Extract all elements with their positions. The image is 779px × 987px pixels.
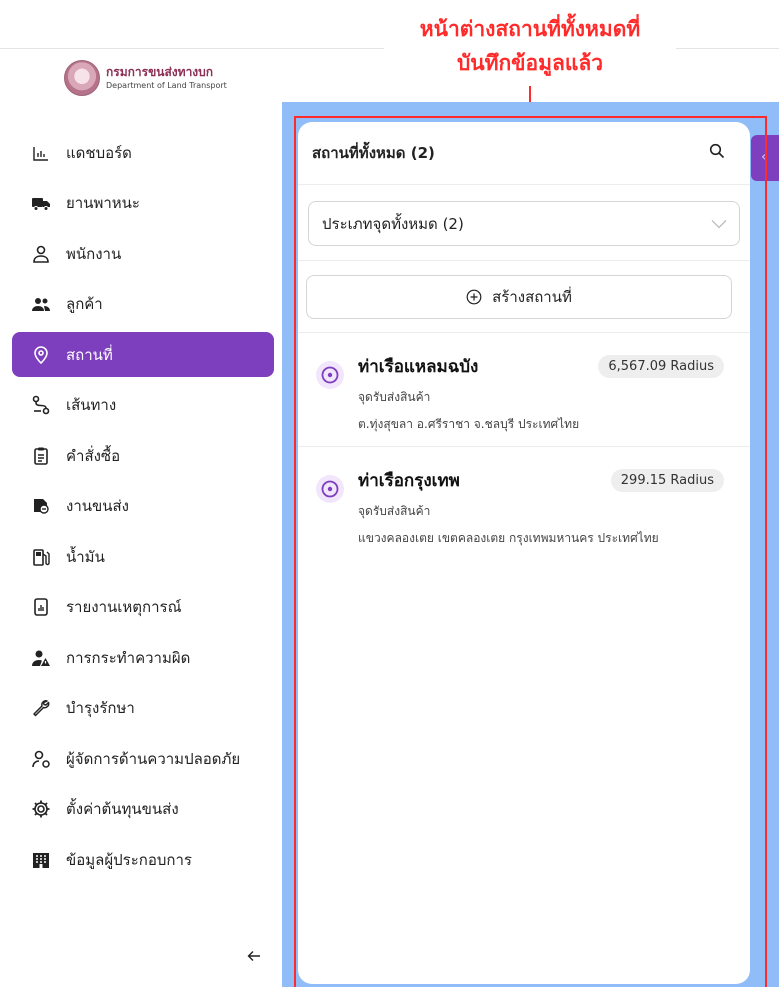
sidebar-collapse-button[interactable]: [242, 945, 266, 969]
sidebar-item-incident-reports[interactable]: รายงานเหตุการณ์: [12, 585, 274, 630]
person-warning-icon: [30, 647, 52, 669]
search-button[interactable]: [706, 142, 728, 164]
truck-icon: [30, 192, 52, 214]
report-icon: [30, 596, 52, 618]
location-type-select[interactable]: ประเภทจุดทั้งหมด (2): [308, 201, 740, 246]
bar-chart-icon: [30, 142, 52, 164]
panel-header: สถานที่ทั้งหมด (2): [298, 122, 750, 185]
sidebar-item-label: ตั้งค่าต้นทุนขนส่ง: [66, 800, 179, 818]
people-icon: [30, 293, 52, 315]
annotation-line-2: บันทึกข้อมูลแล้ว: [456, 51, 604, 75]
location-name: ท่าเรือกรุงเทพ: [358, 471, 460, 491]
location-pin-icon: [30, 344, 52, 366]
dlt-seal-icon: [64, 60, 100, 96]
sidebar-item-label: เส้นทาง: [66, 396, 117, 414]
location-type: จุดรับส่งสินค้า: [358, 504, 431, 518]
sidebar-item-label: ลูกค้า: [66, 295, 103, 313]
create-location-label: สร้างสถานที่: [492, 288, 572, 306]
top-divider-right: [676, 48, 779, 49]
locations-panel: สถานที่ทั้งหมด (2) ประเภทจุดทั้งหมด (2) …: [298, 122, 750, 984]
location-item[interactable]: ท่าเรือแหลมฉบัง 6,567.09 Radius จุดรับส่…: [298, 333, 750, 447]
sidebar-item-label: น้ำมัน: [66, 547, 105, 566]
gear-icon: [30, 798, 52, 820]
sidebar-item-vehicles[interactable]: ยานพาหนะ: [12, 181, 274, 226]
sidebar-item-operator-info[interactable]: ข้อมูลผู้ประกอบการ: [12, 837, 274, 882]
building-icon: [30, 849, 52, 871]
sidebar-item-label: ผู้จัดการด้านความปลอดภัย: [66, 749, 241, 768]
create-location-button[interactable]: สร้างสถานที่: [306, 275, 732, 319]
arrow-left-icon: [247, 948, 261, 967]
location-address: แขวงคลองเตย เขตคลองเตย กรุงเทพมหานคร ประ…: [358, 531, 659, 545]
sidebar: กรมการขนส่งทางบก Department of Land Tran…: [0, 49, 282, 987]
logo-name-en: Department of Land Transport: [106, 81, 227, 90]
sidebar-item-employees[interactable]: พนักงาน: [12, 231, 274, 276]
sidebar-item-label: สถานที่: [66, 345, 113, 364]
sidebar-item-locations[interactable]: สถานที่: [12, 332, 274, 377]
location-type: จุดรับส่งสินค้า: [358, 390, 431, 404]
search-icon: [709, 143, 725, 163]
sidebar-item-label: งานขนส่ง: [66, 497, 129, 515]
sidebar-item-orders[interactable]: คำสั่งซื้อ: [12, 433, 274, 478]
sidebar-item-transport-cost-settings[interactable]: ตั้งค่าต้นทุนขนส่ง: [12, 787, 274, 832]
sidebar-item-safety-manager[interactable]: ผู้จัดการด้านความปลอดภัย: [12, 736, 274, 781]
wrench-icon: [30, 697, 52, 719]
logo-name-th: กรมการขนส่งทางบก: [106, 65, 214, 79]
sidebar-item-deliveries[interactable]: งานขนส่ง: [12, 484, 274, 529]
person-icon: [30, 243, 52, 265]
location-address: ต.ทุ่งสุขลา อ.ศรีราชา จ.ชลบุรี ประเทศไทย: [358, 417, 580, 431]
sidebar-item-violations[interactable]: การกระทำความผิด: [12, 635, 274, 680]
route-icon: [30, 394, 52, 416]
sidebar-item-label: การกระทำความผิด: [66, 648, 191, 667]
location-name: ท่าเรือแหลมฉบัง: [358, 357, 479, 377]
location-type-select-value: ประเภทจุดทั้งหมด (2): [322, 214, 464, 233]
sidebar-item-label: คำสั่งซื้อ: [66, 446, 121, 465]
sidebar-item-label: ข้อมูลผู้ประกอบการ: [66, 850, 192, 869]
sidebar-item-label: แดชบอร์ด: [66, 143, 132, 162]
plus-circle-icon: [466, 289, 482, 305]
panel-title: สถานที่ทั้งหมด (2): [312, 144, 435, 162]
sidebar-item-fuel[interactable]: น้ำมัน: [12, 534, 274, 579]
clipboard-icon: [30, 445, 52, 467]
delivery-icon: [30, 495, 52, 517]
logo: กรมการขนส่งทางบก Department of Land Tran…: [64, 60, 227, 96]
sidebar-item-label: บำรุงรักษา: [66, 699, 135, 717]
sidebar-nav: แดชบอร์ด ยานพาหนะ พนักงาน ลูกค้า สถานที่: [12, 130, 274, 888]
sidebar-item-label: พนักงาน: [66, 244, 122, 263]
sidebar-item-dashboard[interactable]: แดชบอร์ด: [12, 130, 274, 175]
sidebar-item-maintenance[interactable]: บำรุงรักษา: [12, 686, 274, 731]
target-icon: [316, 475, 344, 503]
target-icon: [316, 361, 344, 389]
sidebar-item-routes[interactable]: เส้นทาง: [12, 383, 274, 428]
location-radius-badge: 299.15 Radius: [610, 469, 724, 492]
sidebar-item-label: ยานพาหนะ: [66, 194, 140, 212]
safety-manager-icon: [30, 748, 52, 770]
fuel-pump-icon: [30, 546, 52, 568]
location-item[interactable]: ท่าเรือกรุงเทพ 299.15 Radius จุดรับส่งสิ…: [298, 447, 750, 561]
annotation-line-1: หน้าต่างสถานที่ทั้งหมดที่: [419, 17, 641, 41]
sidebar-item-label: รายงานเหตุการณ์: [66, 598, 182, 616]
location-radius-badge: 6,567.09 Radius: [598, 355, 724, 378]
chevron-down-icon: [711, 215, 727, 233]
annotation-callout: หน้าต่างสถานที่ทั้งหมดที่ บันทึกข้อมูลแล…: [384, 6, 676, 86]
sidebar-item-customers[interactable]: ลูกค้า: [12, 282, 274, 327]
